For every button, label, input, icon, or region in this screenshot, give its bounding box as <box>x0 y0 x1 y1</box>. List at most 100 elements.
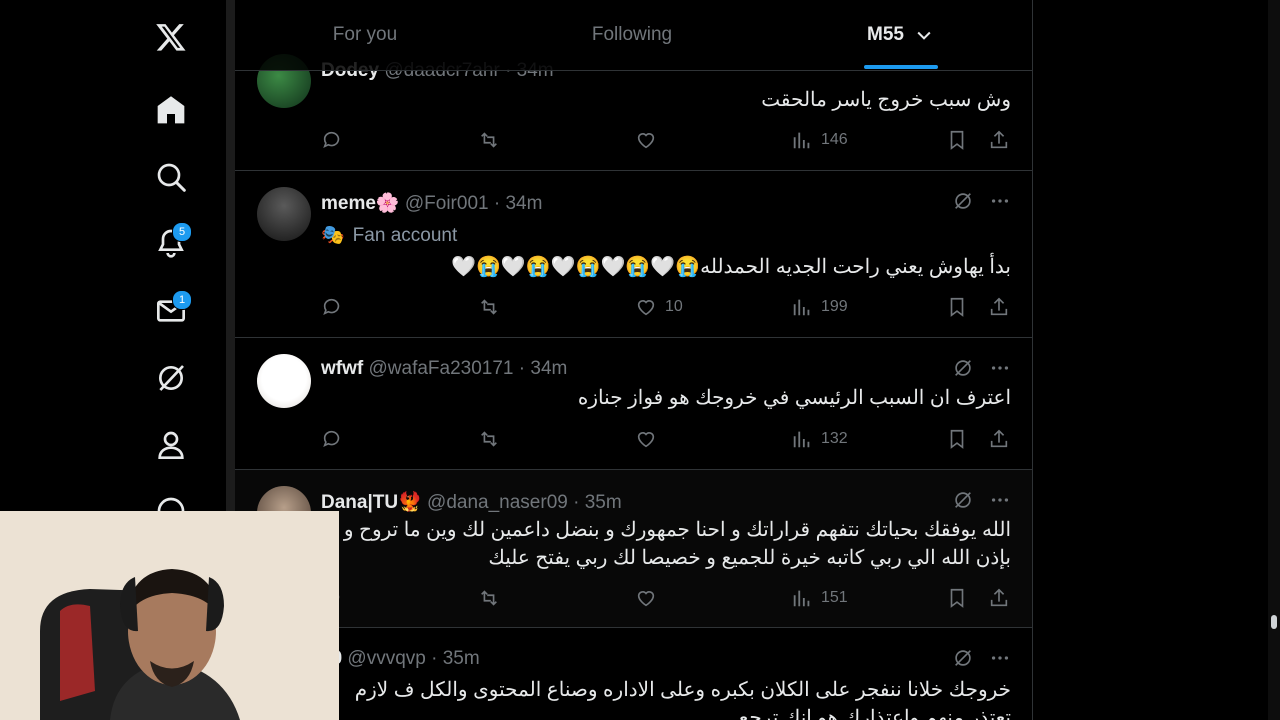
messages-badge: 1 <box>172 290 192 310</box>
tab-list[interactable]: M55 <box>769 0 1032 70</box>
views-button[interactable]: 132 <box>791 424 848 454</box>
tab-following[interactable]: Following <box>497 0 767 70</box>
view-count: 132 <box>821 430 848 447</box>
like-button[interactable] <box>635 125 665 155</box>
like-button[interactable]: 10 <box>635 292 683 322</box>
x-logo-icon[interactable] <box>150 16 192 58</box>
timeline-tabs: For you Following M55 <box>235 0 1032 71</box>
post[interactable]: Dana|TU🐦‍🔥 @dana_naser09 · 35m الله يوفق… <box>235 470 1032 628</box>
repost-button[interactable] <box>478 424 500 454</box>
author-handle[interactable]: @dana_naser09 <box>427 492 568 513</box>
share-icon <box>990 588 1008 607</box>
author-handle[interactable]: @Foir001 <box>405 193 489 214</box>
tab-following-label: Following <box>591 24 673 45</box>
post[interactable]: 20 @vvvqvp · 35m خروجك خلانا ننفجر على ا… <box>235 628 1032 720</box>
grok-post-icon[interactable] <box>950 188 976 214</box>
tab-for-you-label: For you <box>332 24 398 45</box>
post[interactable]: meme🌸 @Foir001 · 34m 🎭 Fan account بدأ يه… <box>235 171 1032 338</box>
messages-icon[interactable]: 1 <box>150 290 192 332</box>
author-name[interactable]: wfwf <box>321 358 363 379</box>
post[interactable]: wfwf @wafaFa230171 · 34m اعترف ان السبب … <box>235 338 1032 470</box>
grok-icon[interactable] <box>150 357 192 399</box>
reply-icon <box>323 430 340 447</box>
bookmark-button[interactable] <box>946 292 968 322</box>
view-count: 146 <box>821 131 848 148</box>
like-button[interactable] <box>635 583 665 613</box>
share-button[interactable] <box>988 424 1010 454</box>
chevron-down-icon <box>917 31 931 40</box>
view-count: 199 <box>821 298 848 315</box>
reply-button[interactable] <box>321 125 343 155</box>
webcam-overlay <box>0 511 339 720</box>
post-text: الله يوفقك بحياتك نتفهم قراراتك و احنا ج… <box>343 519 1011 569</box>
fan-account-text: Fan account <box>352 225 458 246</box>
views-icon <box>793 431 810 448</box>
post-time[interactable]: · 34m <box>494 193 543 214</box>
grok-post-icon[interactable] <box>950 355 976 381</box>
post-time[interactable]: · 35m <box>573 492 622 513</box>
post-text: اعترف ان السبب الرئيسي في خروجك هو فواز … <box>577 387 1011 409</box>
post-header: wfwf @wafaFa230171 · 34m <box>321 358 567 380</box>
share-button[interactable] <box>988 292 1010 322</box>
repost-button[interactable] <box>478 292 500 322</box>
share-button[interactable] <box>988 125 1010 155</box>
tab-for-you[interactable]: For you <box>235 0 495 70</box>
post-text: بدأ يهاوش يعني راحت الجديه الحمدلله😭🤍😭🤍😭… <box>451 256 1011 278</box>
author-handle[interactable]: @wafaFa230171 <box>369 358 514 379</box>
post-header: 20 @vvvqvp · 35m <box>321 648 480 670</box>
view-count: 151 <box>821 589 848 606</box>
reply-button[interactable] <box>321 292 343 322</box>
views-button[interactable]: 146 <box>791 125 848 155</box>
more-options-icon[interactable] <box>987 645 1013 671</box>
profile-icon[interactable] <box>150 424 192 466</box>
views-button[interactable]: 199 <box>791 292 848 322</box>
bookmark-icon <box>950 588 964 608</box>
views-icon <box>793 132 810 149</box>
views-button[interactable]: 151 <box>791 583 848 613</box>
author-handle[interactable]: @vvvqvp <box>347 648 425 669</box>
post-text: خروجك خلانا ننفجر على الكلان بكبره وعلى … <box>354 679 1011 720</box>
post-text: وش سبب خروج ياسر مالحقت <box>761 89 1011 111</box>
views-icon <box>793 590 810 607</box>
reply-button[interactable] <box>321 424 343 454</box>
more-options-icon[interactable] <box>987 188 1013 214</box>
avatar[interactable] <box>257 187 311 241</box>
like-button[interactable] <box>635 424 665 454</box>
tab-list-label: M55 <box>867 24 904 45</box>
notifications-icon[interactable]: 5 <box>150 222 192 264</box>
grok-post-icon[interactable] <box>950 487 976 513</box>
repost-button[interactable] <box>478 583 500 613</box>
notifications-badge: 5 <box>172 222 192 242</box>
repost-icon <box>481 431 497 447</box>
mask-icon: 🎭 <box>321 225 345 246</box>
scrollbar-thumb[interactable] <box>1271 615 1277 629</box>
page-scrollbar[interactable] <box>1268 0 1280 720</box>
reply-icon <box>323 131 340 148</box>
search-icon[interactable] <box>150 156 192 198</box>
post-time[interactable]: · 35m <box>431 648 480 669</box>
repost-icon <box>481 132 497 148</box>
author-name[interactable]: Dana|TU🐦‍🔥 <box>321 492 422 513</box>
share-icon <box>990 130 1008 149</box>
bookmark-icon <box>950 297 964 317</box>
author-name[interactable]: meme🌸 <box>321 193 400 214</box>
bookmark-button[interactable] <box>946 583 968 613</box>
bookmark-button[interactable] <box>946 424 968 454</box>
more-options-icon[interactable] <box>987 355 1013 381</box>
bookmark-icon <box>950 429 964 449</box>
post-time[interactable]: · 34m <box>519 358 568 379</box>
share-button[interactable] <box>988 583 1010 613</box>
heart-icon <box>637 133 655 149</box>
active-tab-indicator <box>863 65 938 69</box>
repost-button[interactable] <box>478 125 500 155</box>
grok-post-icon[interactable] <box>950 645 976 671</box>
heart-icon <box>637 300 655 316</box>
reply-icon <box>323 298 340 315</box>
avatar[interactable] <box>257 354 311 408</box>
repost-icon <box>481 299 497 315</box>
repost-icon <box>481 590 497 606</box>
bookmark-button[interactable] <box>946 125 968 155</box>
more-options-icon[interactable] <box>987 487 1013 513</box>
like-count: 10 <box>665 298 683 315</box>
home-icon[interactable] <box>150 89 192 131</box>
